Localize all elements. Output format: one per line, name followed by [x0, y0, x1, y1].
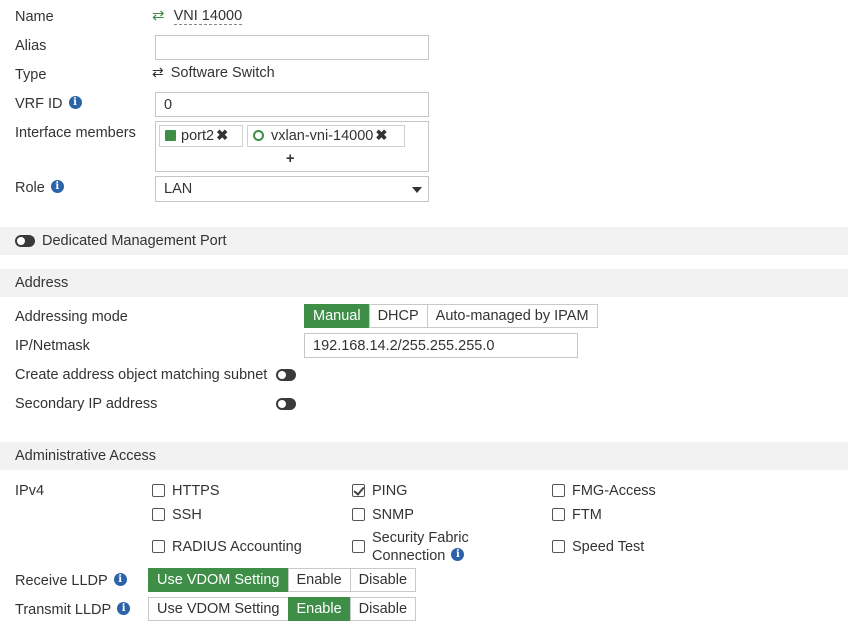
- mode-manual-button[interactable]: Manual: [304, 304, 370, 328]
- receive-lldp-vdom-button[interactable]: Use VDOM Setting: [148, 568, 289, 592]
- transmit-lldp-selector[interactable]: Use VDOM Setting Enable Disable: [148, 597, 417, 621]
- role-label: Role i: [15, 179, 64, 197]
- vrf-input[interactable]: 0: [155, 92, 429, 117]
- receive-lldp-selector[interactable]: Use VDOM Setting Enable Disable: [148, 568, 417, 592]
- ipv4-label: IPv4: [15, 483, 45, 499]
- type-label: Type: [15, 67, 47, 83]
- ping-label: PING: [372, 483, 408, 499]
- ssh-checkbox[interactable]: [152, 508, 165, 521]
- port-icon: [165, 130, 176, 141]
- transmit-lldp-label-text: Transmit LLDP: [15, 602, 112, 618]
- radius-accounting-checkbox[interactable]: [152, 540, 165, 553]
- receive-lldp-enable-button[interactable]: Enable: [287, 568, 351, 592]
- https-label: HTTPS: [172, 483, 220, 499]
- mgmt-port-label: Dedicated Management Port: [42, 233, 227, 249]
- security-fabric-label-line1: Security Fabric: [372, 530, 469, 546]
- security-fabric-label-text: Connection: [372, 548, 446, 564]
- transmit-lldp-disable-button[interactable]: Disable: [349, 597, 417, 621]
- speed-test-checkbox[interactable]: [552, 540, 565, 553]
- name-value: VNI 14000: [173, 8, 243, 25]
- add-member-button[interactable]: +: [286, 150, 294, 168]
- members-box[interactable]: port2 ✖ vxlan-vni-14000 ✖ +: [155, 121, 429, 172]
- software-switch-icon: ⇄: [152, 64, 164, 80]
- vrf-label-text: VRF ID: [15, 96, 63, 112]
- info-icon[interactable]: i: [113, 572, 127, 586]
- role-label-text: Role: [15, 180, 45, 196]
- role-select[interactable]: LAN: [155, 176, 429, 202]
- addressing-mode-label: Addressing mode: [15, 309, 128, 325]
- transmit-lldp-enable-button[interactable]: Enable: [287, 597, 351, 621]
- members-label: Interface members: [15, 125, 136, 141]
- remove-icon[interactable]: ✖: [216, 128, 228, 144]
- info-icon[interactable]: i: [68, 95, 82, 109]
- speed-test-label: Speed Test: [572, 539, 645, 555]
- ftm-checkbox[interactable]: [552, 508, 565, 521]
- addressing-mode-selector[interactable]: Manual DHCP Auto-managed by IPAM: [304, 304, 598, 328]
- interface-name[interactable]: ⇄ VNI 14000: [152, 6, 243, 25]
- mode-ipam-button[interactable]: Auto-managed by IPAM: [426, 304, 598, 328]
- address-section-header: Address: [0, 269, 848, 297]
- fmg-access-checkbox[interactable]: [552, 484, 565, 497]
- mode-dhcp-button[interactable]: DHCP: [368, 304, 428, 328]
- remove-icon[interactable]: ✖: [375, 128, 387, 144]
- info-icon[interactable]: i: [117, 601, 131, 615]
- https-checkbox[interactable]: [152, 484, 165, 497]
- receive-lldp-label-text: Receive LLDP: [15, 573, 108, 589]
- member-chip-port2[interactable]: port2 ✖: [159, 125, 243, 147]
- secondary-ip-label: Secondary IP address: [15, 396, 158, 412]
- info-icon[interactable]: i: [451, 547, 465, 561]
- ftm-label: FTM: [572, 507, 602, 523]
- ping-checkbox[interactable]: [352, 484, 365, 497]
- security-fabric-checkbox[interactable]: [352, 540, 365, 553]
- admin-access-section-header: Administrative Access: [0, 442, 848, 470]
- name-label: Name: [15, 9, 54, 25]
- info-icon[interactable]: i: [50, 179, 64, 193]
- alias-input[interactable]: [155, 35, 429, 60]
- secondary-ip-toggle[interactable]: [276, 398, 296, 410]
- create-address-object-toggle[interactable]: [276, 369, 296, 381]
- ip-netmask-label: IP/Netmask: [15, 338, 90, 354]
- member-chip-vxlan[interactable]: vxlan-vni-14000 ✖: [247, 125, 405, 147]
- radius-accounting-label: RADIUS Accounting: [172, 539, 302, 555]
- snmp-checkbox[interactable]: [352, 508, 365, 521]
- snmp-label: SNMP: [372, 507, 414, 523]
- ssh-label: SSH: [172, 507, 202, 523]
- type-value: Software Switch: [170, 65, 275, 81]
- receive-lldp-disable-button[interactable]: Disable: [349, 568, 417, 592]
- member-label: port2: [181, 128, 215, 144]
- address-section-title: Address: [15, 275, 69, 291]
- software-switch-icon: ⇄: [152, 7, 165, 24]
- ip-netmask-input[interactable]: 192.168.14.2/255.255.255.0: [304, 333, 578, 358]
- vrf-label: VRF ID i: [15, 95, 82, 113]
- mgmt-port-row: Dedicated Management Port: [0, 227, 848, 255]
- member-label: vxlan-vni-14000: [271, 128, 374, 144]
- fmg-access-label: FMG-Access: [572, 483, 656, 499]
- admin-access-section-title: Administrative Access: [15, 448, 157, 464]
- type-display: ⇄ Software Switch: [152, 63, 275, 82]
- security-fabric-label-line2: Connection i: [372, 547, 465, 565]
- transmit-lldp-vdom-button[interactable]: Use VDOM Setting: [148, 597, 289, 621]
- receive-lldp-label: Receive LLDP i: [15, 572, 127, 590]
- dropdown-arrow-icon: [412, 187, 422, 193]
- role-value: LAN: [164, 181, 193, 197]
- create-address-object-label: Create address object matching subnet: [15, 367, 268, 383]
- vxlan-icon: [253, 130, 264, 141]
- mgmt-port-toggle[interactable]: [15, 235, 35, 247]
- alias-label: Alias: [15, 38, 47, 54]
- transmit-lldp-label: Transmit LLDP i: [15, 601, 131, 619]
